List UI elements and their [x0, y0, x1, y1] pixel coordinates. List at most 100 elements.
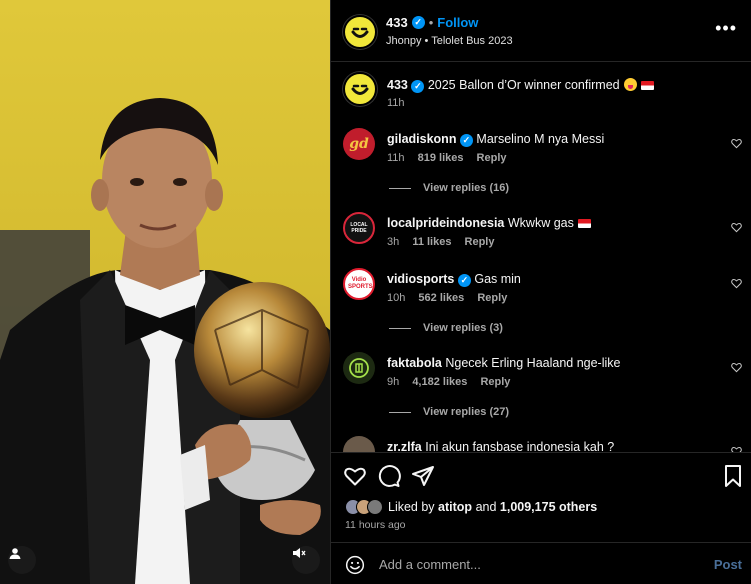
caption-user[interactable]: 433	[387, 78, 408, 92]
vidio-logo: Vidio SPORTS	[348, 277, 373, 290]
verified-icon: ✓	[459, 134, 473, 147]
comment-text: localprideindonesia Wkwkw gas	[387, 215, 591, 231]
liked-by-user[interactable]: atitop	[438, 500, 472, 514]
view-replies-label: View replies (27)	[423, 406, 510, 418]
mute-icon	[293, 548, 306, 558]
view-replies-label: View replies (3)	[423, 322, 503, 334]
reply-button[interactable]: Reply	[465, 236, 495, 248]
comment-user[interactable]: giladiskonn	[387, 132, 456, 146]
tag-user-icon	[9, 548, 21, 559]
comment-text: faktabola Ngecek Erling Haaland nge-like	[387, 355, 620, 371]
comment-likes[interactable]: 4,182 likes	[412, 376, 467, 388]
comment-likes[interactable]: 562 likes	[418, 292, 464, 304]
comment-avatar[interactable]: Vidio SPORTS	[343, 268, 375, 300]
verified-icon: ✓	[457, 274, 471, 287]
reply-button[interactable]: Reply	[477, 292, 507, 304]
comment-user[interactable]: faktabola	[387, 356, 442, 370]
comment-body: Gas min	[474, 272, 521, 286]
comment-input[interactable]	[379, 551, 699, 577]
liked-by-prefix: Liked by	[388, 500, 435, 514]
replies-divider	[389, 187, 411, 189]
liked-by-and: and	[475, 500, 497, 514]
comment-body: Wkwkw gas	[507, 216, 574, 230]
comment-time[interactable]: 10h	[387, 292, 405, 304]
view-replies-button[interactable]: View replies (3)	[389, 322, 503, 334]
comment-likes[interactable]: 11 likes	[412, 236, 451, 248]
account-avatar[interactable]	[343, 15, 377, 49]
emoji-icon[interactable]	[345, 555, 365, 575]
comment-body: Ini akun fansbase indonesia kah ?	[425, 440, 615, 452]
comment-avatar[interactable]: gd	[343, 128, 375, 160]
tag-user-button[interactable]	[8, 546, 36, 574]
caption-time[interactable]: 11h	[387, 97, 405, 109]
caption-text: 433 ✓ 2025 Ballon d’Or winner confirmed	[387, 77, 654, 93]
comment-time[interactable]: 3h	[387, 236, 399, 248]
comment-text: zr.zlfa Ini akun fansbase indonesia kah …	[387, 439, 614, 452]
liked-by-row: Liked by atitop and 1,009,175 others	[345, 499, 597, 515]
bookmark-icon[interactable]	[721, 464, 745, 488]
post-time[interactable]: 11 hours ago	[345, 519, 406, 531]
433-logo	[348, 20, 372, 44]
reply-button[interactable]: Reply	[480, 376, 510, 388]
comment-avatar[interactable]	[343, 436, 375, 452]
liked-by-text: Liked by atitop and 1,009,175 others	[388, 500, 597, 514]
comment-text: giladiskonn ✓ Marselino M nya Messi	[387, 131, 604, 147]
view-replies-button[interactable]: View replies (27)	[389, 406, 509, 418]
433-logo	[348, 77, 372, 101]
share-icon[interactable]	[411, 464, 435, 488]
post-panel: 433 ✓ • Follow Jhonpy • Telolet Bus 2023…	[330, 0, 751, 584]
comment-composer: Post	[331, 542, 751, 584]
verified-icon: ✓	[411, 16, 425, 29]
faktabola-logo	[349, 358, 369, 378]
more-icon[interactable]: •••	[715, 19, 737, 37]
comment-user[interactable]: zr.zlfa	[387, 440, 422, 452]
caption-avatar[interactable]	[343, 72, 377, 106]
comment-user[interactable]: vidiosports	[387, 272, 454, 286]
post-photo	[0, 0, 330, 584]
comment-body: Marselino M nya Messi	[476, 132, 605, 146]
comment-avatar[interactable]	[343, 352, 375, 384]
post-comment-button[interactable]: Post	[714, 557, 742, 572]
separator-dot: •	[428, 15, 434, 30]
likes-count[interactable]: 1,009,175 others	[500, 500, 597, 514]
comment-time[interactable]: 9h	[387, 376, 399, 388]
mute-button[interactable]	[292, 546, 320, 574]
view-replies-button[interactable]: View replies (16)	[389, 182, 509, 194]
comment-text: vidiosports ✓ Gas min	[387, 271, 521, 287]
comment-heart-icon[interactable]	[731, 138, 742, 149]
comment-meta: 11h 819 likes Reply	[387, 152, 517, 164]
gd-logo: gd	[349, 136, 369, 152]
post-media[interactable]	[0, 0, 330, 584]
comment-meta: 10h 562 likes Reply	[387, 292, 517, 304]
replies-divider	[389, 327, 411, 329]
follow-button[interactable]: Follow	[437, 15, 478, 30]
post-actions: Liked by atitop and 1,009,175 others 11 …	[331, 452, 751, 542]
reply-button[interactable]: Reply	[477, 152, 507, 164]
comment-user[interactable]: localprideindonesia	[387, 216, 504, 230]
verified-icon: ✓	[411, 80, 425, 93]
replies-divider	[389, 411, 411, 413]
comment-heart-icon[interactable]	[731, 222, 742, 233]
caption-meta: 11h	[387, 97, 415, 109]
comment-time[interactable]: 11h	[387, 152, 405, 164]
comment-body: Ngecek Erling Haaland nge-like	[445, 356, 621, 370]
tongue-emoji-icon	[623, 78, 637, 91]
liker-avatar[interactable]	[367, 499, 383, 515]
indonesia-flag-icon	[640, 81, 654, 90]
comment-likes[interactable]: 819 likes	[418, 152, 464, 164]
post-header: 433 ✓ • Follow Jhonpy • Telolet Bus 2023…	[331, 0, 751, 62]
comment-avatar[interactable]: LOCAL PRIDE	[343, 212, 375, 244]
comment-heart-icon[interactable]	[731, 278, 742, 289]
view-replies-label: View replies (16)	[423, 182, 510, 194]
indonesia-flag-icon	[577, 219, 591, 228]
comments-list[interactable]: 433 ✓ 2025 Ballon d’Or winner confirmed …	[331, 62, 751, 452]
comment-meta: 9h 4,182 likes Reply	[387, 376, 520, 388]
heart-icon[interactable]	[343, 464, 367, 488]
comment-heart-icon[interactable]	[731, 362, 742, 373]
comment-icon[interactable]	[377, 464, 401, 488]
caption-body: 2025 Ballon d’Or winner confirmed	[427, 78, 620, 92]
post-author-name[interactable]: 433	[386, 15, 408, 30]
localpride-logo: LOCAL PRIDE	[350, 222, 368, 234]
post-subtitle[interactable]: Jhonpy • Telolet Bus 2023	[386, 35, 513, 47]
comment-meta: 3h 11 likes Reply	[387, 236, 505, 248]
